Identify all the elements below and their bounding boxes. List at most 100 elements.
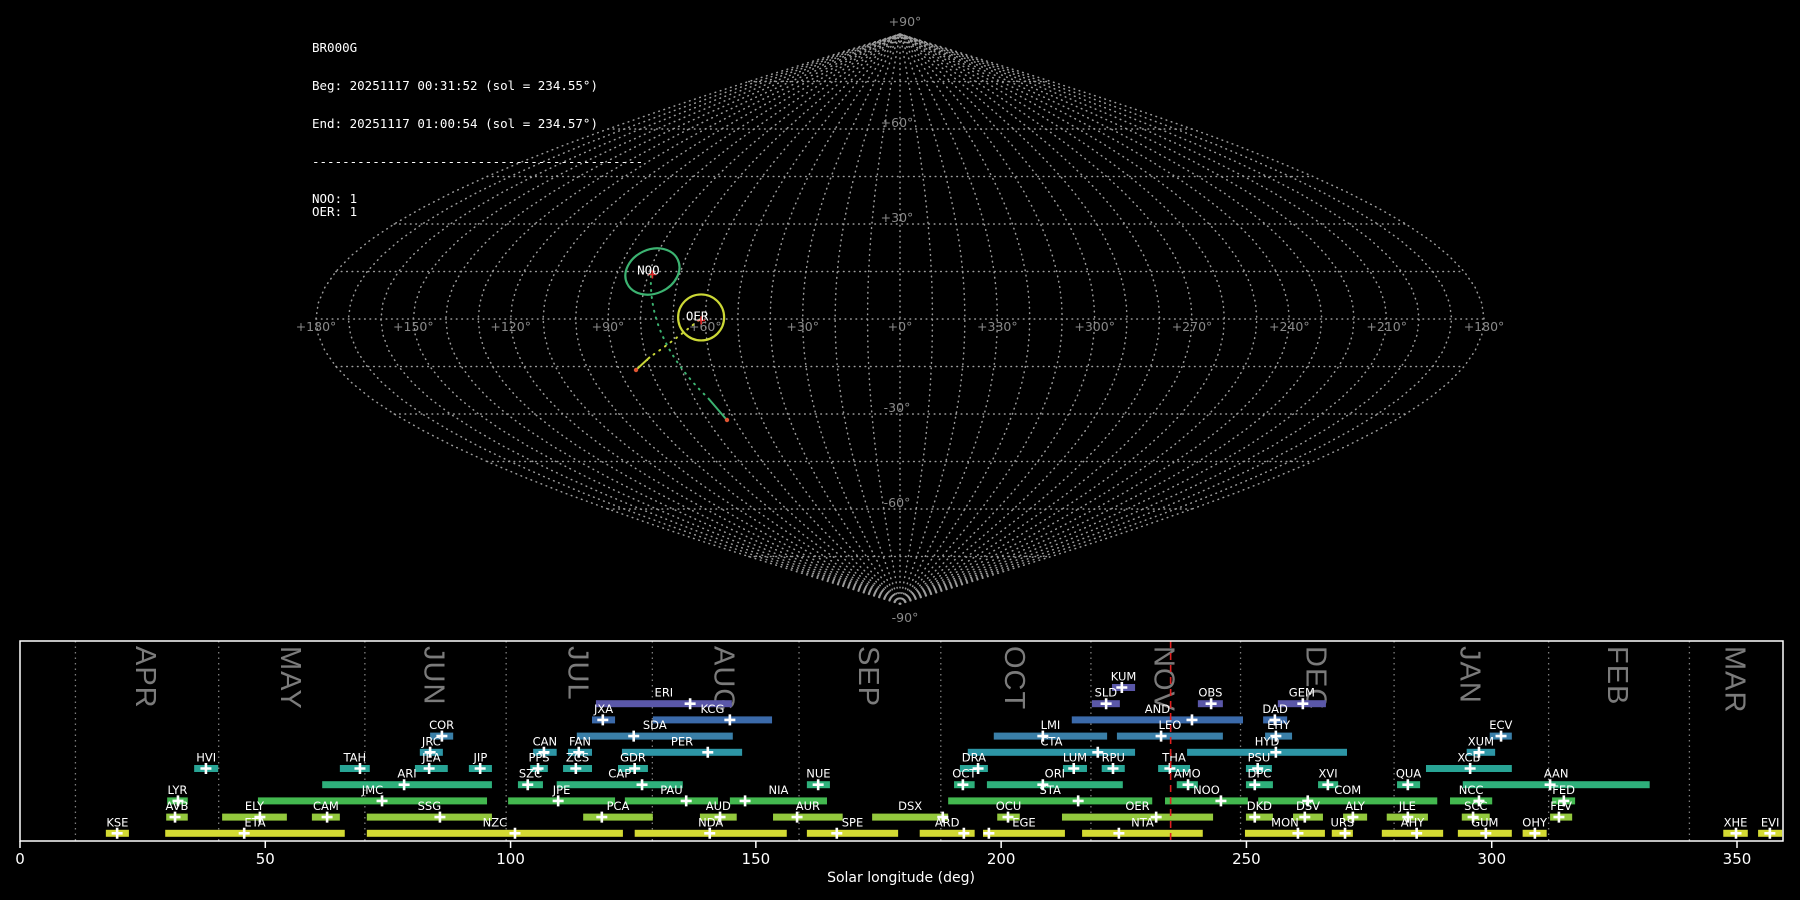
shower-code-label: SZC: [519, 767, 542, 781]
shower-code-label: PCA: [607, 799, 630, 813]
radiant-count: OER: 1: [312, 206, 643, 219]
month-label: SEP: [852, 646, 884, 707]
shower-activity-bar: [577, 733, 733, 740]
shower-code-label: JMC: [361, 783, 383, 797]
longitude-label: +210°: [1366, 319, 1407, 334]
longitude-label: +30°: [786, 319, 819, 334]
shower-peak-marker: [1553, 812, 1564, 823]
shower-peak-marker: [424, 763, 435, 774]
meteor-observation-screen: +180°+150°+120°+90°+60°+30°+0°+330°+300°…: [0, 0, 1800, 900]
shower-code-label: DSV: [1296, 799, 1320, 813]
shower-peak-marker: [1113, 828, 1124, 839]
shower-peak-marker: [1107, 763, 1118, 774]
shower-code-label: LYR: [168, 783, 188, 797]
latitude-label: +30°: [881, 210, 914, 225]
shower-peak-marker: [1764, 828, 1775, 839]
shower-code-label: JXA: [593, 702, 613, 716]
end-time: End: 20251117 01:00:54 (sol = 234.57°): [312, 118, 643, 131]
shower-code-label: ZCS: [566, 751, 589, 765]
longitude-label: +150°: [393, 319, 434, 334]
shower-code-label: DSX: [898, 799, 922, 813]
shower-code-label: JEA: [421, 751, 441, 765]
shower-code-label: HVI: [196, 751, 216, 765]
shower-code-label: AND: [1145, 702, 1170, 716]
observation-info-panel: BR000G Beg: 20251117 00:31:52 (sol = 234…: [312, 17, 643, 244]
shower-code-label: AUR: [796, 799, 820, 813]
shower-peak-marker: [1249, 779, 1260, 790]
shower-code-label: NOO: [1193, 783, 1220, 797]
shower-activity-bar: [1245, 830, 1325, 837]
shower-code-label: NZC: [483, 815, 508, 829]
shower-peak-marker: [1068, 763, 1079, 774]
shower-peak-marker: [239, 828, 250, 839]
shower-code-label: OCT: [952, 767, 977, 781]
shower-peak-marker: [1116, 682, 1127, 693]
shower-activity-bar: [1082, 830, 1203, 837]
shower-code-label: MON: [1271, 815, 1299, 829]
shower-code-label: AVB: [166, 799, 189, 813]
shower-activity-bar: [807, 830, 898, 837]
radiant-count: NOO: 1: [312, 193, 643, 206]
shower-code-label: DRA: [962, 751, 986, 765]
shower-code-label: ARI: [397, 767, 416, 781]
longitude-label: +270°: [1172, 319, 1213, 334]
shower-code-label: SLD: [1095, 686, 1118, 700]
activity-chart: APRMAYJUNJULAUGSEPOCTNOVDECJANFEBMAR KUM…: [15, 641, 1783, 886]
shower-code-label: NDA: [698, 815, 723, 829]
shower-peak-marker: [1340, 828, 1351, 839]
x-axis-title: Solar longitude (deg): [827, 870, 975, 886]
shower-code-label: CAP: [608, 767, 631, 781]
shower-code-label: PER: [671, 734, 693, 748]
shower-code-label: SPE: [842, 815, 864, 829]
longitude-label: +90°: [592, 319, 625, 334]
shower-code-label: HYD: [1255, 734, 1280, 748]
meteor-trail-solid: [708, 398, 726, 419]
station-id: BR000G: [312, 42, 643, 55]
latitude-label: -30°: [884, 400, 911, 415]
shower-code-label: KSE: [106, 815, 128, 829]
shower-activity-bars: KUMERISLDOBSGEMJXAKCGANDDADCORSDALMILEOE…: [106, 670, 1782, 839]
shower-code-label: NIA: [768, 783, 788, 797]
shower-peak-marker: [1183, 779, 1194, 790]
shower-peak-marker: [434, 812, 445, 823]
shower-peak-marker: [983, 828, 994, 839]
shower-code-label: ERI: [655, 686, 674, 700]
longitude-label: +180°: [1464, 319, 1505, 334]
shower-code-label: XUM: [1468, 734, 1494, 748]
shower-code-label: JRC: [421, 734, 441, 748]
shower-activity-bar: [258, 797, 487, 804]
shower-peak-marker: [1206, 698, 1217, 709]
shower-peak-marker: [522, 779, 533, 790]
shower-peak-marker: [1411, 828, 1422, 839]
shower-activity-bar: [165, 830, 345, 837]
shower-peak-marker: [1292, 828, 1303, 839]
shower-peak-marker: [596, 812, 607, 823]
shower-code-label: KCG: [701, 702, 725, 716]
shower-peak-marker: [702, 747, 713, 758]
shower-code-label: OHY: [1522, 815, 1548, 829]
shower-activity-bar: [367, 814, 492, 821]
shower-peak-marker: [200, 763, 211, 774]
shower-code-label: QUA: [1396, 767, 1421, 781]
latitude-label: +60°: [881, 115, 914, 130]
shower-peak-marker: [509, 828, 520, 839]
longitude-label: +240°: [1269, 319, 1310, 334]
radiant-count-list: NOO: 1OER: 1: [312, 193, 643, 218]
shower-code-label: AUD: [706, 799, 731, 813]
shower-code-label: DKD: [1247, 799, 1272, 813]
shower-peak-marker: [322, 812, 333, 823]
south-pole-label: -90°: [892, 610, 919, 625]
shower-peak-marker: [1465, 763, 1476, 774]
shower-peak-marker: [1270, 747, 1281, 758]
shower-code-label: SCC: [1464, 799, 1487, 813]
month-label: APR: [129, 646, 161, 709]
shower-activity-bar: [948, 797, 1152, 804]
month-label: MAR: [1718, 646, 1750, 713]
meteor-trail-tip: [634, 368, 638, 372]
shower-code-label: JLE: [1398, 799, 1416, 813]
shower-code-label: DAD: [1262, 702, 1288, 716]
x-axis-tick-label: 150: [742, 850, 771, 868]
x-axis-tick-label: 200: [987, 850, 1016, 868]
month-label: MAY: [274, 646, 306, 710]
shower-code-label: JPE: [552, 783, 571, 797]
